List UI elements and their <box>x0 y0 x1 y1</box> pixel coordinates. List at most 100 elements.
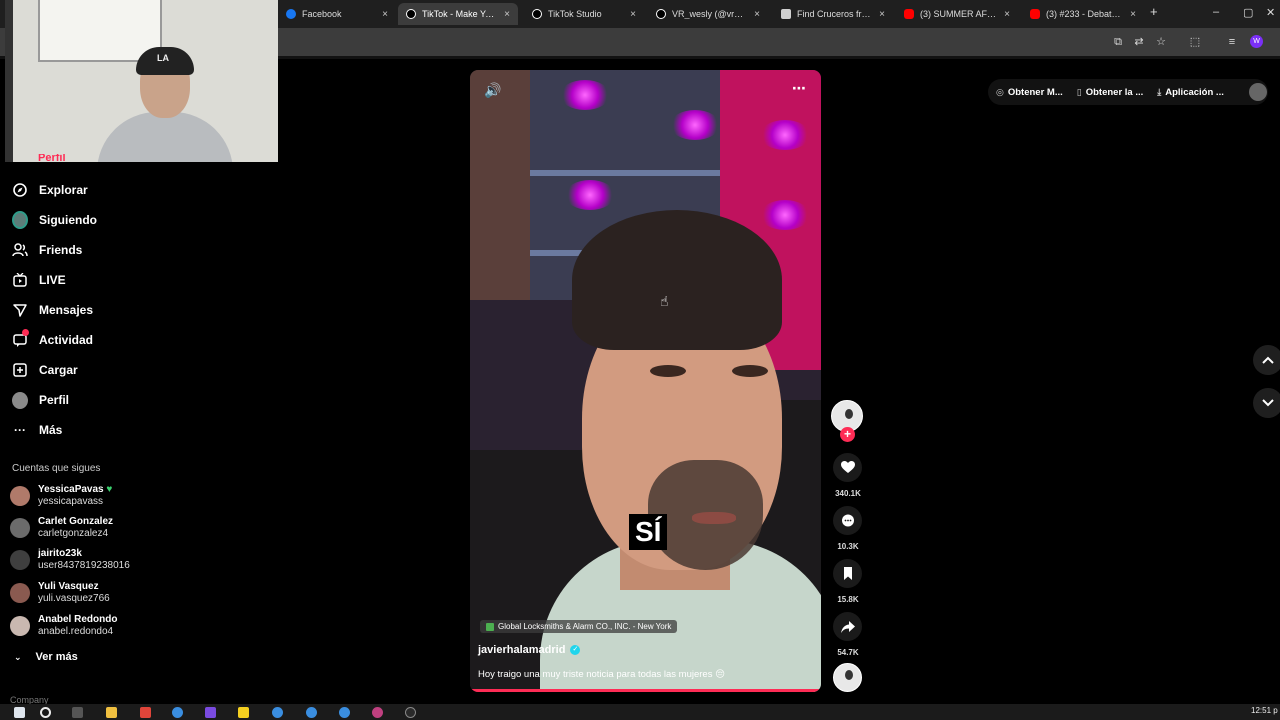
extensions-icon[interactable]: ⬚ <box>1189 36 1201 48</box>
video-progress-bar[interactable] <box>470 689 821 692</box>
comment-button[interactable] <box>833 506 862 535</box>
following-icon <box>12 211 28 229</box>
close-tab-icon[interactable]: × <box>374 9 388 20</box>
share-arrow-icon <box>840 620 855 633</box>
close-tab-icon[interactable]: × <box>871 9 885 20</box>
avatar <box>10 616 30 636</box>
sidebar-item-cargar[interactable]: Cargar <box>12 362 78 378</box>
search-icon[interactable] <box>40 707 51 718</box>
shelf-light <box>560 80 610 110</box>
video-player[interactable]: 🔊 ⋯ SÍ Global Locksmiths & Alarm CO., IN… <box>470 70 821 692</box>
sidebar-item-perfil[interactable]: Perfil <box>12 391 69 409</box>
youtube-favicon-icon <box>904 9 914 19</box>
close-tab-icon[interactable]: × <box>746 9 760 20</box>
like-button[interactable] <box>833 453 862 482</box>
person-eye <box>650 365 686 377</box>
sidebar-item-mas[interactable]: ··· Más <box>12 422 62 438</box>
minimize-button[interactable]: – <box>1213 6 1219 18</box>
shelf-light <box>760 120 810 150</box>
video-author[interactable]: javierhalamadrid ✓ <box>478 644 581 656</box>
verified-badge-icon: ✓ <box>570 645 581 655</box>
chrome-profile-icon[interactable] <box>372 707 383 718</box>
close-window-button[interactable]: ✕ <box>1266 6 1275 19</box>
get-coins-button[interactable]: ◎ Obtener M... <box>996 87 1063 98</box>
get-app-button[interactable]: ▯ Obtener la ... <box>1077 87 1144 98</box>
tab-tiktok-active[interactable]: TikTok - Make Your D × <box>398 3 518 25</box>
comment-icon <box>841 514 854 526</box>
top-right-action-bar: ◎ Obtener M... ▯ Obtener la ... ⤓ Aplica… <box>988 79 1268 105</box>
tab-youtube-debate[interactable]: (3) #233 - Debate C × <box>1022 3 1144 25</box>
following-account[interactable]: Carlet Gonzalez carletgonzalez4 <box>10 516 113 540</box>
location-chip[interactable]: Global Locksmiths & Alarm CO., INC. - Ne… <box>480 620 678 633</box>
tiktok-favicon-icon <box>532 9 542 19</box>
chevron-down-icon: ⌄ <box>14 651 22 662</box>
file-explorer-icon[interactable] <box>106 707 117 718</box>
chevron-down-icon <box>1262 399 1274 407</box>
obs-icon[interactable] <box>405 707 416 718</box>
tab-cruceros[interactable]: Find Cruceros from C × <box>773 3 893 25</box>
sidebar-item-friends[interactable]: Friends <box>12 242 82 258</box>
following-account[interactable]: Yuli Vasquez yuli.vasquez766 <box>10 581 110 605</box>
tab-youtube-summer-afro[interactable]: (3) SUMMER AFRO H × <box>896 3 1018 25</box>
task-view-icon[interactable] <box>72 707 83 718</box>
app-icon[interactable] <box>140 707 151 718</box>
sidebar-partial-item[interactable]: Perfil <box>38 154 66 162</box>
sidebar-item-siguiendo[interactable]: Siguiendo <box>12 211 97 229</box>
previous-video-button[interactable] <box>1253 345 1280 375</box>
friends-icon <box>12 242 28 258</box>
media-control-icon[interactable]: ≡ <box>1226 36 1238 48</box>
next-video-button[interactable] <box>1253 388 1280 418</box>
tab-facebook[interactable]: Facebook × <box>278 3 396 25</box>
install-app-icon[interactable]: ⧉ <box>1112 36 1124 48</box>
follow-plus-button[interactable]: + <box>840 427 855 442</box>
webcam-person-body <box>97 112 233 162</box>
sidebar-item-mensajes[interactable]: Mensajes <box>12 302 93 318</box>
sidebar-item-live[interactable]: LIVE <box>12 272 66 288</box>
chrome-icon[interactable] <box>172 707 183 718</box>
hand-cursor-icon: ☝ <box>660 293 669 309</box>
close-tab-icon[interactable]: × <box>1122 9 1136 20</box>
background-shelf <box>470 70 530 300</box>
shelf-light <box>760 200 810 230</box>
page-favicon-icon <box>781 9 791 19</box>
more-options-icon[interactable]: ⋯ <box>792 80 806 97</box>
sidebar-item-explorar[interactable]: Explorar <box>12 182 88 198</box>
tab-vr-wesly[interactable]: VR_wesly (@vr_wesly × <box>648 3 768 25</box>
video-description: Hoy traigo una muy triste noticia para t… <box>478 669 725 680</box>
new-tab-button[interactable]: + <box>1150 4 1158 19</box>
windows-taskbar: 12:51 p <box>0 704 1280 720</box>
following-account[interactable]: YessicaPavas ♥ yessicapavass <box>10 484 112 508</box>
save-button[interactable] <box>833 559 862 588</box>
desktop-app-button[interactable]: ⤓ Aplicación ... <box>1157 87 1224 98</box>
following-account[interactable]: jairito23k user8437819238016 <box>10 548 130 572</box>
bookmark-star-icon[interactable]: ☆ <box>1155 36 1167 48</box>
compass-icon <box>12 182 28 198</box>
sticky-notes-icon[interactable] <box>238 707 249 718</box>
tab-tiktok-studio[interactable]: TikTok Studio × <box>524 3 644 25</box>
location-pin-icon <box>486 622 494 631</box>
chrome-icon[interactable] <box>272 707 283 718</box>
volume-icon[interactable]: 🔊 <box>484 82 501 99</box>
tiktok-sidebar: Perfil Explorar Siguiendo Friends LIVE M… <box>0 154 270 705</box>
close-tab-icon[interactable]: × <box>622 9 636 20</box>
share-button[interactable] <box>833 612 862 641</box>
like-count: 340.1K <box>835 489 861 498</box>
user-avatar[interactable] <box>1249 83 1267 101</box>
maximize-button[interactable]: ▢ <box>1243 6 1253 19</box>
close-tab-icon[interactable]: × <box>996 9 1010 20</box>
tiktok-favicon-icon <box>656 9 666 19</box>
sound-disc-avatar[interactable] <box>833 663 862 692</box>
app-icon[interactable] <box>205 707 216 718</box>
following-account[interactable]: Anabel Redondo anabel.redondo4 <box>10 614 117 638</box>
see-more-button[interactable]: ⌄ Ver más <box>14 651 78 663</box>
translate-icon[interactable]: ⇄ <box>1133 36 1145 48</box>
chrome-icon[interactable] <box>306 707 317 718</box>
chrome-icon[interactable] <box>339 707 350 718</box>
notification-dot-icon <box>22 329 29 336</box>
comment-count: 10.3K <box>837 542 859 551</box>
windows-start-icon[interactable] <box>14 707 25 718</box>
close-tab-icon[interactable]: × <box>496 9 510 20</box>
sidebar-item-actividad[interactable]: Actividad <box>12 329 93 348</box>
extension-badge-icon[interactable]: W <box>1250 35 1263 48</box>
youtube-favicon-icon <box>1030 9 1040 19</box>
